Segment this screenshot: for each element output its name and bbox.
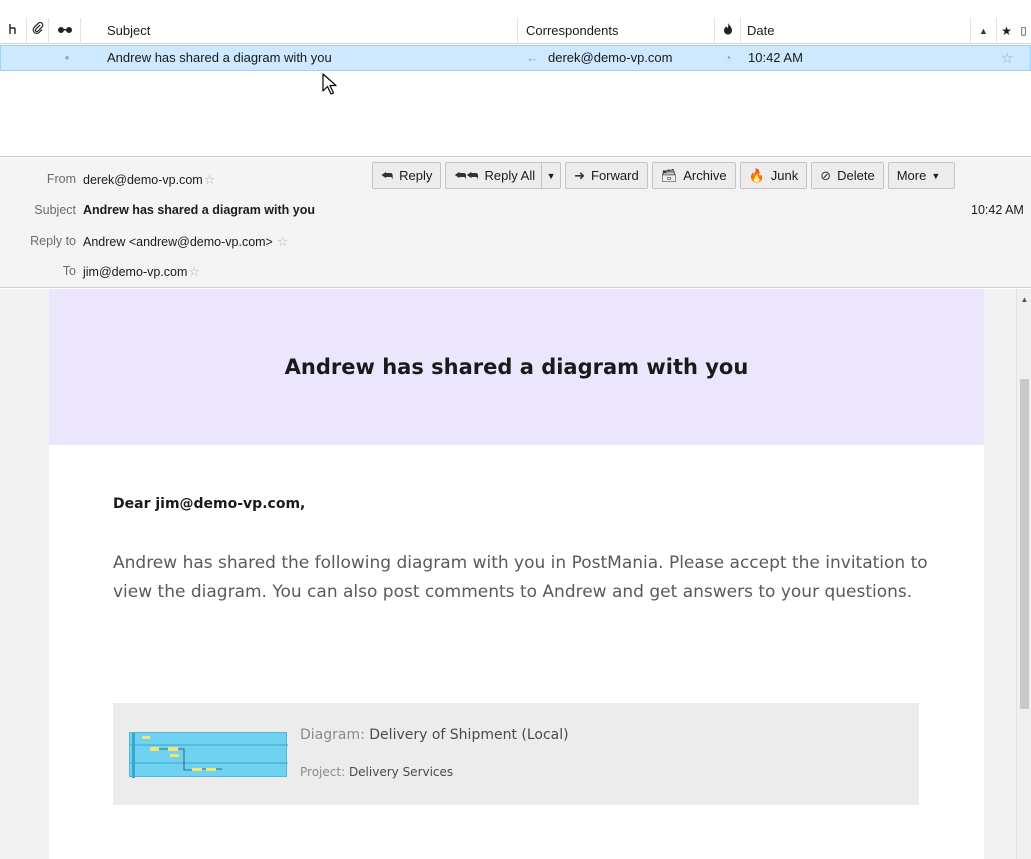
email-card: Andrew has shared a diagram with you Dea… [49,289,984,859]
diagram-thumbnail-graphic [130,733,288,778]
message-list: Subject Correspondents Date ▲ ★ ▯ • Andr… [0,0,1031,157]
from-star-icon[interactable]: ☆ [204,172,216,187]
reply-all-dropdown-icon[interactable]: ▼ [542,171,560,181]
message-subject: Andrew has shared a diagram with you [107,50,332,65]
glasses-icon [57,27,72,33]
to-star-icon[interactable]: ☆ [188,264,200,279]
forward-label: Forward [591,168,639,183]
message-header-pane: From derek@demo-vp.com☆ ⮪ Reply ⮪⮪ Reply A… [0,158,1031,288]
more-button[interactable]: More ▼ [887,162,956,189]
project-value: Delivery Services [348,765,454,779]
subject-column-header[interactable]: Subject [81,18,518,44]
reply-all-icon: ⮪⮪ [454,167,479,183]
forward-button[interactable]: ➜ Forward [565,162,648,189]
subject-value: Andrew has shared a diagram with you [83,203,316,217]
more-dropdown-icon: ▼ [931,170,941,181]
from-address[interactable]: derek@demo-vp.com☆ [83,172,215,188]
subject-label: Subject [34,203,76,217]
message-correspondent: derek@demo-vp.com [548,50,673,65]
reply-arrow-icon: ← [526,50,539,65]
archive-icon: 🗃 [660,167,678,183]
message-time: 10:42 AM [971,203,1024,217]
junk-button[interactable]: 🔥 Junk [739,162,808,189]
scroll-up-icon[interactable]: ▲ [1020,295,1029,304]
diagram-card[interactable]: Diagram: Delivery of Shipment (Local) Pr… [113,703,919,805]
thread-icon [9,24,16,34]
column-picker-icon[interactable]: ▯ [1016,18,1031,44]
body-scrollbar[interactable]: ▲ [1016,289,1031,859]
diagram-thumbnail[interactable] [129,732,288,778]
email-greeting: Dear jim@demo-vp.com, [113,496,306,512]
junk-column-icon[interactable] [715,18,741,44]
to-label: To [62,264,76,278]
reply-all-label: Reply All [484,168,536,183]
junk-label: Junk [770,168,799,183]
message-toolbar: ⮪ Reply ⮪⮪ Reply All ▼ ➜ Forward 🗃 Archive 🔥 J… [372,162,956,189]
date-column-header[interactable]: Date [741,18,971,44]
reply-all-button[interactable]: ⮪⮪ Reply All ▼ [445,162,562,189]
message-body: Andrew has shared a diagram with you Dea… [0,289,1031,859]
archive-label: Archive [683,168,727,183]
paperclip-icon [32,21,43,34]
delete-button[interactable]: ⊘ Delete [811,162,884,189]
more-label: More [896,168,927,183]
junk-flame-icon: 🔥 [748,167,765,183]
reply-to-value[interactable]: Andrew <andrew@demo-vp.com> [83,235,273,249]
delete-icon: ⊘ [820,167,832,183]
reply-to-label: Reply to [30,234,76,248]
message-row[interactable]: • Andrew has shared a diagram with you ←… [0,45,1031,71]
reply-label: Reply [399,168,433,183]
reply-to-star-icon[interactable]: ☆ [277,234,289,249]
to-address[interactable]: jim@demo-vp.com☆ [83,264,200,280]
email-title: Andrew has shared a diagram with you [284,355,749,379]
forward-icon: ➜ [574,167,586,183]
star-icon: ★ [1001,24,1012,38]
from-value[interactable]: derek@demo-vp.com [83,173,203,187]
reply-button[interactable]: ⮪ Reply [372,162,442,189]
project-key: Project: [300,765,346,779]
diagram-value: Delivery of Shipment (Local) [369,727,569,743]
scrollbar-thumb[interactable] [1020,379,1029,709]
message-date: 10:42 AM [748,50,803,65]
diagram-key: Diagram: [300,727,365,743]
not-junk-icon[interactable]: ◔ [721,46,735,70]
read-column-icon[interactable] [49,18,81,44]
to-value[interactable]: jim@demo-vp.com [83,265,187,279]
reply-icon: ⮪ [381,167,394,183]
thread-column-icon[interactable] [0,18,27,44]
mouse-cursor-icon [322,73,337,95]
from-label: From [46,172,76,186]
row-star-icon[interactable]: ☆ [1001,46,1014,70]
correspondents-column-header[interactable]: Correspondents [518,18,715,44]
project-line: Project: Delivery Services [300,765,453,779]
archive-button[interactable]: 🗃 Archive [651,162,736,189]
delete-label: Delete [837,168,875,183]
attachment-column-icon[interactable] [27,18,49,44]
sort-ascending-icon[interactable]: ▲ [971,18,997,44]
unread-dot: • [64,50,70,65]
reply-to-address[interactable]: Andrew <andrew@demo-vp.com> ☆ [83,234,289,250]
email-banner: Andrew has shared a diagram with you [49,289,984,445]
email-paragraph: Andrew has shared the following diagram … [113,553,928,602]
message-list-header: Subject Correspondents Date ▲ ★ ▯ [0,18,1031,44]
star-column-icon[interactable]: ★ [997,18,1016,44]
diagram-name-line[interactable]: Diagram: Delivery of Shipment (Local) [300,727,569,743]
flame-icon [723,23,732,35]
